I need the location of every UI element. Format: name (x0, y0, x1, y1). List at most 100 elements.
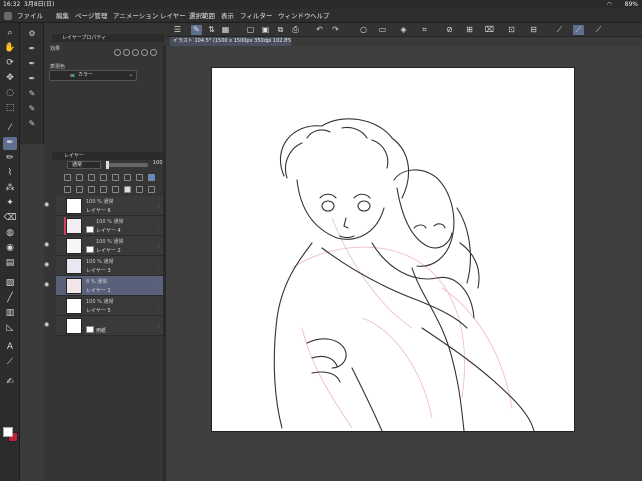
layer-row-4[interactable]: 100 % 通常 レイヤー 4 ⋮ (56, 216, 164, 236)
circle-select-icon[interactable]: ○ (358, 25, 369, 35)
stroke-icon-1[interactable]: ⟋ (554, 25, 565, 35)
ruler-link-icon[interactable] (136, 174, 143, 181)
brush-icon[interactable]: ⌇ (3, 167, 17, 180)
eye-icon[interactable]: ◉ (44, 261, 49, 268)
mask-icon[interactable] (124, 174, 131, 181)
hand-icon[interactable]: ✋ (3, 42, 17, 55)
blend-mode-select[interactable]: 通常 (67, 161, 101, 169)
balloon-icon[interactable]: ⟋ (3, 356, 17, 369)
save-icon[interactable]: ⧉ (275, 25, 286, 35)
subtool-icon-2[interactable]: ✒ (25, 43, 39, 54)
gradient-icon[interactable]: ▤ (3, 257, 17, 270)
airbrush-icon[interactable]: ⁂ (3, 182, 17, 195)
lasso-icon[interactable]: ◌ (3, 87, 17, 100)
move-icon[interactable]: ✥ (3, 72, 17, 85)
transform-icon[interactable]: ⌗ (419, 25, 430, 35)
menu-view[interactable]: 表示 (221, 9, 234, 23)
layer-row-paper[interactable]: ◉ 用紙 ⋮ (44, 316, 164, 336)
clear-icon[interactable]: ▭ (377, 25, 388, 35)
eraser-icon[interactable]: ⌫ (3, 212, 17, 225)
expression-color-select[interactable]: カラー ⌄ (49, 70, 137, 81)
fill-icon[interactable]: ◈ (398, 25, 409, 35)
eye-icon[interactable]: ◉ (44, 321, 49, 328)
effect-circle-4[interactable] (141, 49, 148, 56)
subtool-icon-4[interactable]: ✒ (25, 73, 39, 84)
frame-icon[interactable]: ▥ (3, 307, 17, 320)
layer-row-1[interactable]: ◉ 8 % 通常 レイヤー 1 ⋮ (44, 276, 164, 296)
fill-bucket-icon[interactable]: ◉ (3, 242, 17, 255)
apply-mask-icon[interactable] (136, 186, 143, 193)
app-icon[interactable] (4, 12, 12, 20)
menu-file[interactable]: ファイル (17, 9, 43, 23)
eyedropper-icon[interactable]: ⁄ (3, 122, 17, 135)
grip-icon[interactable]: ⋮ (156, 263, 161, 269)
grip-icon[interactable]: ⋮ (156, 203, 161, 209)
eye-icon[interactable]: ◉ (44, 281, 49, 288)
stroke-icon-2[interactable]: ⟋ (573, 25, 584, 35)
correct-line-icon[interactable]: ✍ (3, 376, 17, 389)
snap-icon[interactable]: ⊡ (506, 25, 517, 35)
draft-icon[interactable] (100, 174, 107, 181)
export-icon[interactable]: ⎙ (290, 25, 301, 35)
menu-page[interactable]: ページ管理 (75, 9, 107, 23)
opacity-slider[interactable] (106, 161, 148, 169)
subtool-icon-1[interactable]: ⚙ (25, 28, 39, 39)
opacity-knob[interactable] (106, 161, 109, 169)
effect-circle-2[interactable] (123, 49, 130, 56)
invert-icon[interactable]: ⊞ (464, 25, 475, 35)
subtool-icon-3[interactable]: ✒ (25, 58, 39, 69)
layer-row-6[interactable]: ◉ 100 % 通常 レイヤー 6 ⋮ (44, 196, 164, 216)
clip-icon[interactable] (76, 174, 83, 181)
delete-layer-icon[interactable] (148, 186, 155, 193)
effect-circle-5[interactable] (150, 49, 157, 56)
grip-icon[interactable]: ⋮ (156, 283, 161, 289)
subtool-icon-6[interactable]: ✎ (25, 103, 39, 114)
pen-icon[interactable]: ✒ (3, 137, 17, 150)
sort-icon[interactable]: ⇅ (206, 25, 217, 35)
color-layer-icon[interactable] (148, 174, 155, 181)
grip-icon[interactable]: ⋮ (156, 223, 161, 229)
new-folder-icon[interactable] (88, 186, 95, 193)
menu-animation[interactable]: アニメーション (113, 9, 158, 23)
merge-icon[interactable] (112, 186, 119, 193)
layer-row-2[interactable]: ◉ 100 % 通常 レイヤー 2 ⋮ (44, 236, 164, 256)
menu-edit[interactable]: 編集 (56, 9, 69, 23)
ruler-tool-icon[interactable]: ◺ (3, 322, 17, 335)
foreground-color-swatch[interactable] (3, 427, 13, 437)
subtool-icon-7[interactable]: ✎ (25, 118, 39, 129)
subtool-icon-5[interactable]: ✎ (25, 88, 39, 99)
effect-circle-1[interactable] (114, 49, 121, 56)
menu-selection[interactable]: 選択範囲 (189, 9, 215, 23)
layer-row-5[interactable]: 100 % 通常 レイヤー 5 ⋮ (56, 296, 164, 316)
open-icon[interactable]: ▣ (260, 25, 271, 35)
menu-filter[interactable]: フィルター (240, 9, 272, 23)
effect-circle-3[interactable] (132, 49, 139, 56)
rotate-icon[interactable]: ⟳ (3, 57, 17, 70)
new-raster-icon[interactable] (64, 186, 71, 193)
drawing-canvas[interactable] (212, 68, 574, 431)
menu-window[interactable]: ウィンドウ (278, 9, 311, 23)
zoom-icon[interactable]: ⌕ (3, 27, 17, 40)
pencil-icon[interactable]: ✏ (3, 152, 17, 165)
decoration-icon[interactable]: ✦ (3, 197, 17, 210)
grip-icon[interactable]: ⋮ (156, 243, 161, 249)
menu-layer[interactable]: レイヤー (160, 9, 186, 23)
reference-icon[interactable] (88, 174, 95, 181)
lock-icon[interactable] (64, 174, 71, 181)
new-vector-icon[interactable] (76, 186, 83, 193)
grip-icon[interactable]: ⋮ (156, 323, 161, 329)
new-file-icon[interactable]: ▢ (245, 25, 256, 35)
eye-icon[interactable]: ◉ (44, 201, 49, 208)
line-icon[interactable]: ╱ (3, 292, 17, 305)
stroke-icon-3[interactable]: ⟋ (593, 25, 604, 35)
grid-icon[interactable]: ▦ (220, 25, 231, 35)
lock-alpha-icon[interactable] (112, 174, 119, 181)
edit-canvas-icon[interactable]: ✎ (191, 25, 202, 35)
hamburger-icon[interactable]: ☰ (172, 25, 183, 35)
text-icon[interactable]: A (3, 341, 17, 354)
blend-icon[interactable]: ◍ (3, 227, 17, 240)
menu-help[interactable]: ヘルプ (310, 9, 330, 23)
layer-mask-icon[interactable] (124, 186, 131, 193)
layer-row-3[interactable]: ◉ 100 % 通常 レイヤー 3 ⋮ (44, 256, 164, 276)
deselect-icon[interactable]: ⊘ (444, 25, 455, 35)
